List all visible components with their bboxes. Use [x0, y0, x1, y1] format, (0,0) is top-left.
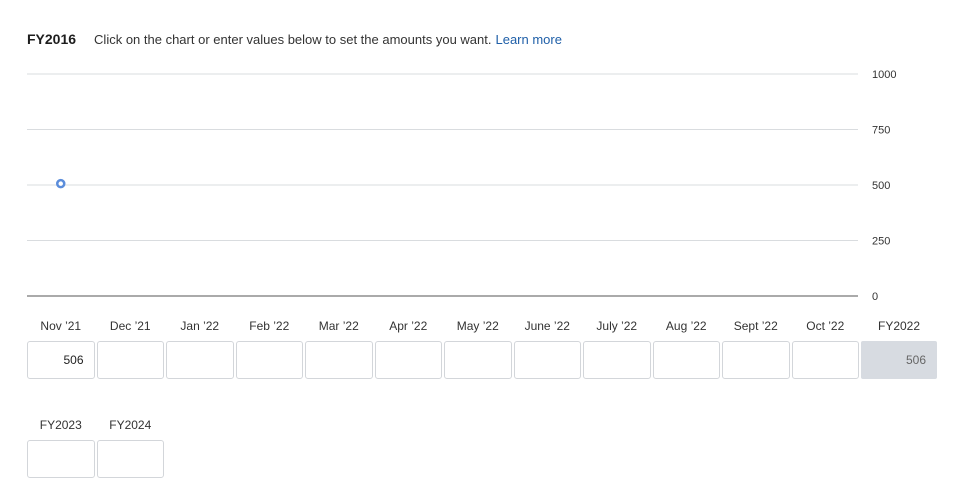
month-label: Apr ’22	[389, 319, 428, 333]
future-year-input-fy2023[interactable]	[27, 440, 95, 478]
month-column-2: Jan ’22	[166, 318, 234, 379]
month-column-11: Oct ’22	[791, 318, 859, 379]
month-input-jan-22[interactable]	[166, 341, 234, 379]
month-input-mar-22[interactable]	[305, 341, 373, 379]
month-input-july-22[interactable]	[583, 341, 651, 379]
month-input-sept-22[interactable]	[722, 341, 790, 379]
month-input-dec-21[interactable]	[96, 341, 164, 379]
month-input-may-22[interactable]	[444, 341, 512, 379]
month-label: June ’22	[524, 319, 570, 333]
future-years-row: FY2023 FY2024	[27, 417, 164, 478]
month-column-10: Sept ’22	[722, 318, 790, 379]
month-label: July ’22	[596, 319, 638, 333]
future-year-input-fy2024[interactable]	[96, 440, 164, 478]
month-column-7: June ’22	[513, 318, 581, 379]
month-column-9: Aug ’22	[652, 318, 720, 379]
month-column-8: July ’22	[583, 318, 651, 379]
chart-data-point[interactable]	[56, 178, 66, 189]
month-label: Mar ’22	[318, 319, 359, 333]
month-input-feb-22[interactable]	[235, 341, 303, 379]
fiscal-year-total-label: FY2022	[877, 319, 921, 333]
y-tick-label: 1000	[872, 69, 896, 81]
month-label: Aug ’22	[665, 319, 707, 333]
month-input-aug-22[interactable]	[652, 341, 720, 379]
y-tick-label: 250	[872, 236, 890, 248]
month-column-5: Apr ’22	[374, 318, 442, 379]
future-year-label: FY2023	[39, 418, 82, 432]
month-column-3: Feb ’22	[235, 318, 303, 379]
future-year-column-0: FY2023	[27, 417, 95, 478]
fiscal-year-total-column: FY2022 506	[861, 318, 937, 379]
month-label: Feb ’22	[249, 319, 290, 333]
amount-chart[interactable]: 1000 750 500 250 0	[0, 0, 960, 310]
y-tick-label: 750	[872, 125, 890, 137]
month-column-6: May ’22	[444, 318, 512, 379]
months-row: Nov ’21 Dec ’21 Jan ’22 Feb ’22 Mar ’22 …	[27, 318, 937, 379]
month-column-4: Mar ’22	[305, 318, 373, 379]
future-year-label: FY2024	[109, 418, 152, 432]
month-label: Jan ’22	[180, 319, 220, 333]
month-label: May ’22	[456, 319, 499, 333]
y-tick-label: 500	[872, 180, 890, 192]
month-input-june-22[interactable]	[513, 341, 581, 379]
month-column-1: Dec ’21	[96, 318, 164, 379]
month-input-nov-21[interactable]	[27, 341, 95, 379]
month-label: Nov ’21	[40, 319, 82, 333]
month-label: Dec ’21	[109, 319, 151, 333]
month-label: Sept ’22	[733, 319, 778, 333]
future-year-column-1: FY2024	[96, 417, 164, 478]
y-tick-label: 0	[872, 291, 878, 303]
fiscal-year-total-value: 506	[861, 341, 937, 379]
month-input-oct-22[interactable]	[791, 341, 859, 379]
month-label: Oct ’22	[806, 319, 845, 333]
month-column-0: Nov ’21	[27, 318, 95, 379]
month-input-apr-22[interactable]	[374, 341, 442, 379]
